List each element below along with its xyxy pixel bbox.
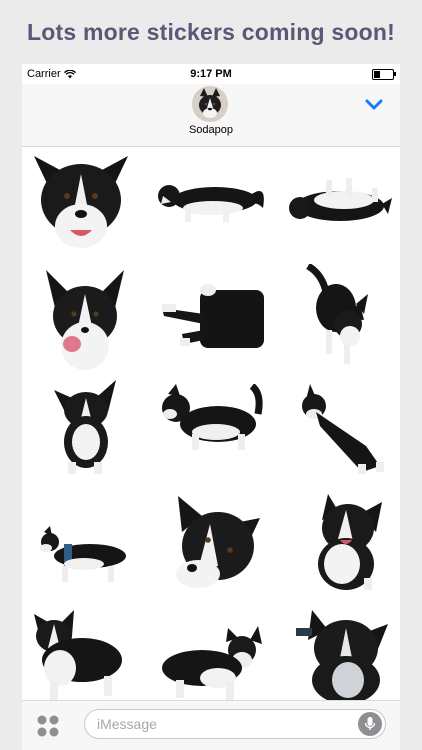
corgi-leaping-sticker[interactable] [296, 382, 388, 478]
corgi-side-sticker[interactable] [158, 384, 268, 458]
conversation-header: Sodapop [22, 84, 400, 147]
corgi-sitting-sticker[interactable] [50, 378, 120, 478]
corgi-lying-sticker[interactable] [157, 178, 267, 228]
corgi-harness-sticker[interactable] [34, 526, 130, 590]
battery-icon [372, 69, 396, 80]
corgi-rolling-sticker[interactable] [286, 174, 392, 230]
app-grid-icon[interactable] [36, 714, 60, 738]
chevron-down-icon[interactable] [364, 98, 384, 112]
microphone-icon[interactable] [358, 712, 382, 736]
status-bar: Carrier 9:17 PM [22, 64, 400, 84]
contact-avatar[interactable] [192, 86, 228, 122]
sticker-grid [22, 148, 400, 704]
mic-glyph [364, 717, 376, 730]
corgi-face-sticker[interactable] [30, 150, 132, 258]
contact-name[interactable]: Sodapop [22, 124, 400, 136]
corgi-standing-side-sticker[interactable] [158, 622, 264, 704]
promo-title: Lots more stickers coming soon! [27, 18, 395, 45]
corgi-portrait-sticker[interactable] [292, 608, 392, 704]
corgi-stand-sticker[interactable] [30, 608, 126, 704]
corgi-avatar-icon [192, 86, 228, 122]
corgi-walking-sticker[interactable] [302, 264, 372, 368]
message-input[interactable]: iMessage [84, 709, 386, 739]
corgi-headtilt-sticker[interactable] [168, 494, 264, 596]
message-composer: iMessage [22, 700, 400, 750]
corgi-lookup-sticker[interactable] [306, 492, 386, 594]
clock: 9:17 PM [190, 68, 232, 80]
corgi-stretch-sticker[interactable] [160, 282, 268, 356]
phone-screen: Carrier 9:17 PM Sodapop iMessage [22, 64, 400, 750]
corgi-tongue-sticker[interactable] [42, 266, 128, 372]
